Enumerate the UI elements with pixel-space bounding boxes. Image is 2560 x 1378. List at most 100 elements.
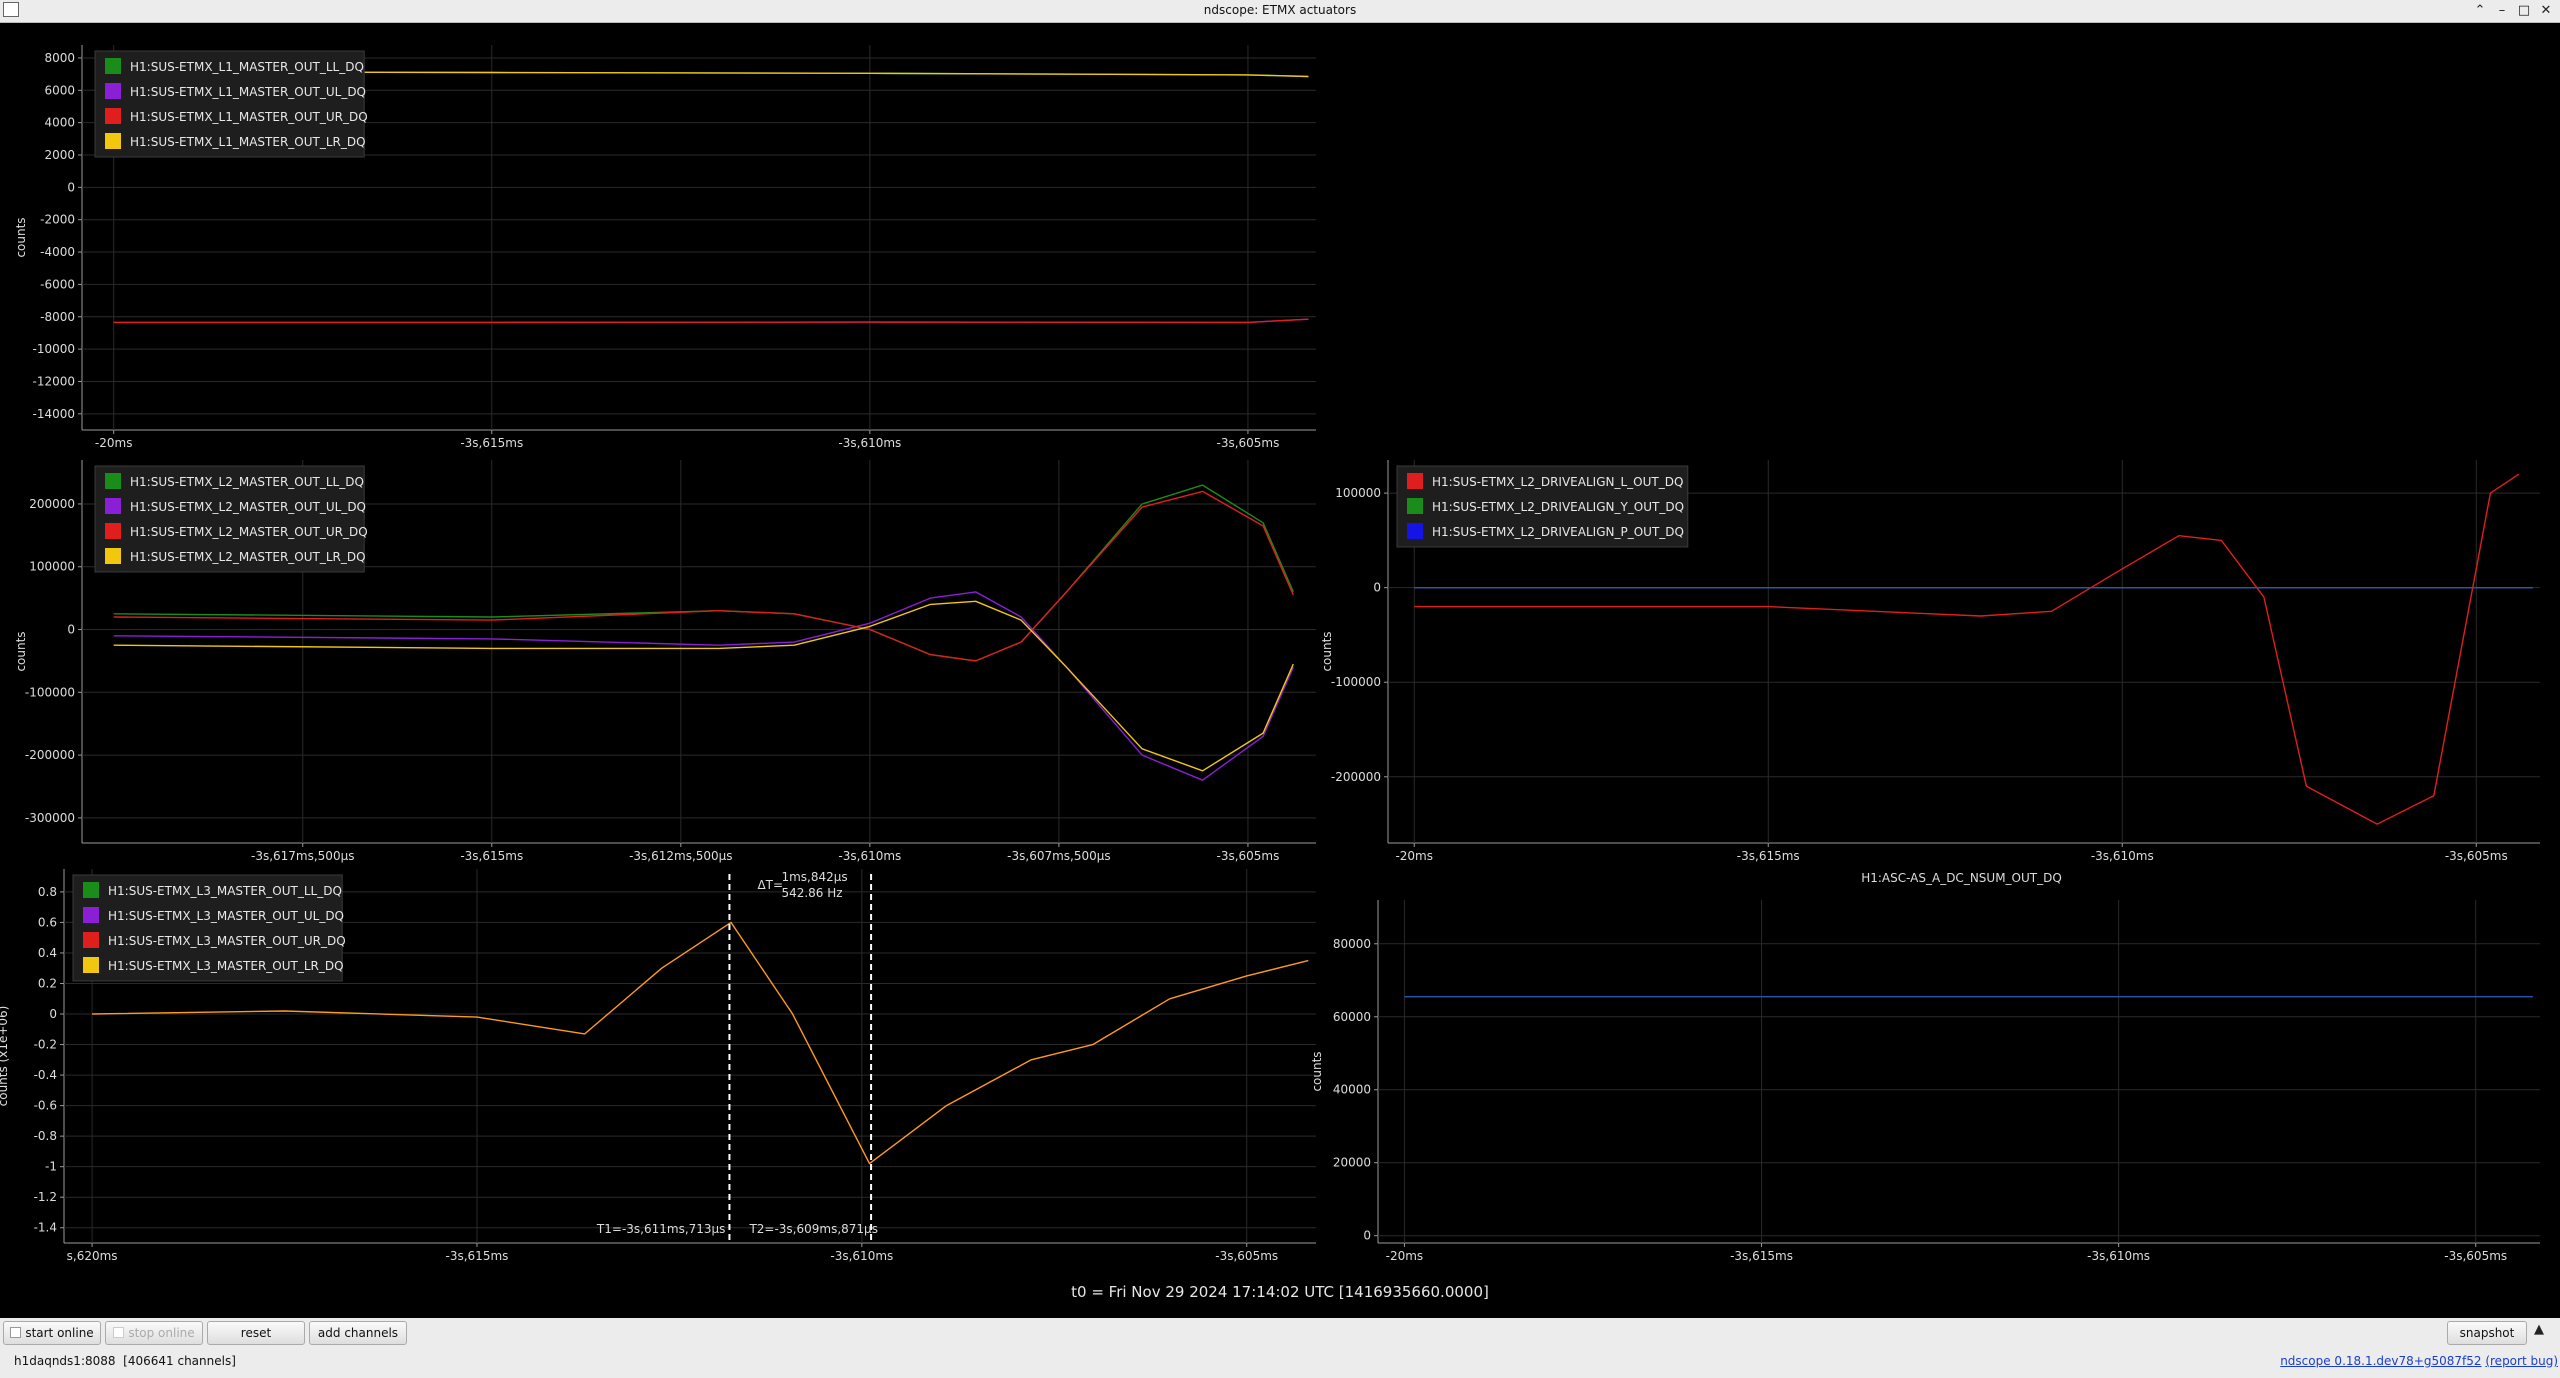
legend-label: H1:SUS-ETMX_L1_MASTER_OUT_LL_DQ [130, 60, 364, 74]
y-tick-label: -12000 [32, 374, 75, 388]
legend-swatch-green [1407, 498, 1423, 514]
x-tick-label: -3s,610ms [2091, 849, 2154, 863]
start-online-label: start online [25, 1326, 94, 1340]
legend-swatch-yellow [83, 957, 99, 973]
window-title: ndscope: ETMX actuators [1203, 3, 1357, 17]
window-titlebar: ndscope: ETMX actuators ⌃ – □ ✕ [0, 0, 2560, 23]
delta-t-value: 1ms,842µs [781, 870, 847, 884]
plot-p4: 0.8 0.6 0.4 0.2 0 -0.2 -0.4 -0.6 -0.8 -1 -1.2 -1.4 s… [0, 869, 1316, 1263]
stop-online-label: stop online [128, 1326, 195, 1340]
report-bug-link[interactable]: (report bug) [2485, 1354, 2558, 1368]
t1-cursor-label: T1=-3s,611ms,713µs [596, 1222, 726, 1236]
y-tick-label: -4000 [40, 245, 75, 259]
y-tick-label: -1.4 [34, 1221, 57, 1235]
y-axis-label: counts [14, 217, 28, 257]
y-tick-label: -300000 [25, 811, 75, 825]
y-tick-label: -8000 [40, 310, 75, 324]
legend-swatch-red [1407, 473, 1423, 489]
snapshot-button[interactable]: snapshot [2447, 1321, 2527, 1345]
x-tick-label: -3s,615ms [446, 1249, 509, 1263]
legend-label: H1:SUS-ETMX_L3_MASTER_OUT_UR_DQ [108, 934, 346, 948]
server-address: h1daqnds1:8088 [14, 1354, 116, 1368]
x-tick-label: -3s,610ms [830, 1249, 893, 1263]
plot-title: H1:ASC-AS_A_DC_NSUM_OUT_DQ [1861, 871, 2062, 885]
t0-label: t0 = Fri Nov 29 2024 17:14:02 UTC [14169… [1071, 1283, 1489, 1301]
maximize-icon[interactable]: □ [2514, 1, 2534, 21]
y-tick-label: -14000 [32, 407, 75, 421]
y-tick-label: 60000 [1333, 1010, 1371, 1024]
x-tick-label: -3s,615ms [1737, 849, 1800, 863]
y-tick-label: 20000 [1333, 1156, 1371, 1170]
legend-swatch-purple [105, 83, 121, 99]
plot-p1: 8000 6000 4000 2000 0 -2000 -4000 -6000 -8000 -10… [14, 45, 1316, 450]
legend-swatch-yellow [105, 548, 121, 564]
y-tick-label: 0 [67, 623, 75, 637]
t2-cursor-label: T2=-3s,609ms,871µs [748, 1222, 878, 1236]
x-tick-label: -3s,610ms [838, 849, 901, 863]
legend-swatch-red [83, 932, 99, 948]
add-channels-button[interactable]: add channels [309, 1321, 407, 1345]
delta-frequency: 542.86 Hz [781, 886, 842, 900]
plot-p5: 80000 60000 40000 20000 0 -20ms -3s,615ms -3s,6… [1310, 871, 2540, 1263]
reset-button[interactable]: reset [207, 1321, 305, 1345]
y-tick-label: 4000 [44, 116, 75, 130]
x-tick-label: -3s,605ms [2445, 849, 2508, 863]
series-line [113, 591, 1294, 781]
y-tick-label: 200000 [29, 497, 75, 511]
legend-swatch-green [83, 882, 99, 898]
minimize-icon[interactable]: – [2492, 1, 2512, 21]
y-tick-label: -0.2 [34, 1038, 57, 1052]
server-status: h1daqnds1:8088 [406641 channels] [14, 1354, 236, 1368]
y-tick-label: 0 [1363, 1229, 1371, 1243]
legend-label: H1:SUS-ETMX_L1_MASTER_OUT_LR_DQ [130, 135, 366, 149]
x-tick-label: -3s,605ms [1216, 849, 1279, 863]
x-tick-label: -3s,615ms [460, 436, 523, 450]
y-tick-label: -1.2 [34, 1190, 57, 1204]
control-bar: start online stop online reset add chann… [0, 1318, 2560, 1378]
stop-online-button[interactable]: stop online [105, 1321, 203, 1345]
y-tick-label: -100000 [1331, 675, 1381, 689]
y-tick-label: -0.6 [34, 1099, 57, 1113]
x-tick-label: -3s,610ms [2087, 1249, 2150, 1263]
y-tick-label: 8000 [44, 51, 75, 65]
legend-label: H1:SUS-ETMX_L2_MASTER_OUT_UL_DQ [130, 500, 366, 514]
y-axis-label: counts (x1e+06) [0, 1006, 10, 1107]
x-tick-label: -3s,610ms [838, 436, 901, 450]
legend-label: H1:SUS-ETMX_L2_MASTER_OUT_LL_DQ [130, 475, 364, 489]
legend-swatch-green [105, 473, 121, 489]
expand-arrow-icon[interactable]: ▲ [2534, 1322, 2544, 1337]
y-tick-label: 40000 [1333, 1083, 1371, 1097]
x-tick-label: -3s,605ms [1216, 436, 1279, 450]
legend-swatch-red [105, 523, 121, 539]
plot-p2: 200000 100000 0 -100000 -200000 -300000 -3s,61… [14, 460, 1316, 863]
y-tick-label: 2000 [44, 148, 75, 162]
y-tick-label: 0.6 [38, 915, 57, 929]
plots-canvas[interactable]: 80006000400020000-2000-4000-6000-8000-10… [0, 23, 2560, 1318]
plot-grid: 8000 6000 4000 2000 0 -2000 -4000 -6000 -8000 -10… [0, 23, 2560, 1318]
legend-label: H1:SUS-ETMX_L3_MASTER_OUT_UL_DQ [108, 909, 344, 923]
close-icon[interactable]: ✕ [2536, 1, 2556, 21]
version-link[interactable]: ndscope 0.18.1.dev78+g5087f52 [2280, 1354, 2481, 1368]
y-axis-label: counts [1320, 631, 1334, 671]
y-tick-label: 100000 [29, 560, 75, 574]
legend-label: H1:SUS-ETMX_L1_MASTER_OUT_UL_DQ [130, 85, 366, 99]
y-tick-label: 6000 [44, 83, 75, 97]
start-online-icon [10, 1327, 22, 1338]
legend-label: H1:SUS-ETMX_L2_DRIVEALIGN_Y_OUT_DQ [1432, 500, 1684, 514]
y-tick-label: -100000 [25, 685, 75, 699]
y-tick-label: -2000 [40, 213, 75, 227]
x-tick-label: -3s,617ms,500µs [251, 849, 354, 863]
x-tick-label: -20ms [1386, 1249, 1424, 1263]
y-tick-label: -1 [45, 1160, 57, 1174]
start-online-button[interactable]: start online [3, 1321, 101, 1345]
legend-label: H1:SUS-ETMX_L1_MASTER_OUT_UR_DQ [130, 110, 368, 124]
y-tick-label: 100000 [1335, 486, 1381, 500]
y-tick-label: 0.2 [38, 976, 57, 990]
y-tick-label: 0 [1373, 581, 1381, 595]
legend-label: H1:SUS-ETMX_L3_MASTER_OUT_LR_DQ [108, 959, 344, 973]
series-line [113, 318, 1309, 324]
legend-swatch-yellow [105, 133, 121, 149]
keep-above-icon[interactable]: ⌃ [2470, 1, 2490, 21]
channel-count: [406641 channels] [123, 1354, 236, 1368]
x-tick-label: -3s,607ms,500µs [1007, 849, 1110, 863]
